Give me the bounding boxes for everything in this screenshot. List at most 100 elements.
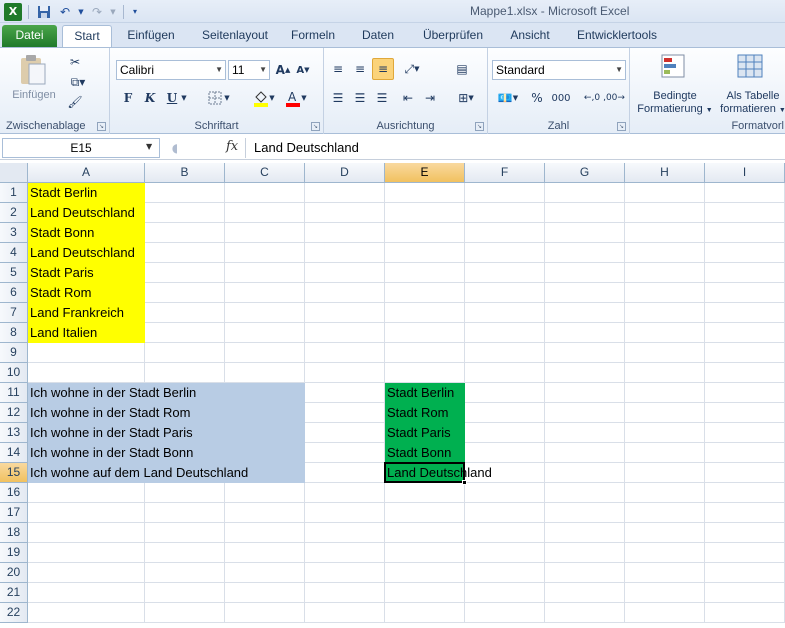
cell-e19[interactable]: [385, 543, 465, 563]
cell-d4[interactable]: [305, 243, 385, 263]
cell-b16[interactable]: [145, 483, 225, 503]
cell-h2[interactable]: [625, 203, 705, 223]
cell-i17[interactable]: [705, 503, 785, 523]
cell-i10[interactable]: [705, 363, 785, 383]
cell-d16[interactable]: [305, 483, 385, 503]
align-right-icon[interactable]: ☰: [372, 88, 392, 108]
cell-f3[interactable]: [465, 223, 545, 243]
cell-a21[interactable]: [28, 583, 145, 603]
cell-d11[interactable]: [305, 383, 385, 403]
cell-h18[interactable]: [625, 523, 705, 543]
align-top-icon[interactable]: ≡: [328, 58, 348, 80]
tab-formeln[interactable]: Formeln: [284, 25, 342, 47]
underline-button[interactable]: U: [164, 88, 180, 108]
cell-d5[interactable]: [305, 263, 385, 283]
row-header-2[interactable]: 2: [0, 203, 28, 223]
column-header-f[interactable]: F: [465, 163, 545, 183]
cell-a19[interactable]: [28, 543, 145, 563]
cell-f7[interactable]: [465, 303, 545, 323]
font-size-dropdown[interactable]: 11 ▼: [228, 60, 270, 80]
format-as-table-button[interactable]: Als Tabelle formatieren ▼: [718, 90, 785, 117]
cell-h9[interactable]: [625, 343, 705, 363]
cell-d15[interactable]: [305, 463, 385, 483]
cell-d1[interactable]: [305, 183, 385, 203]
cell-i9[interactable]: [705, 343, 785, 363]
cell-f12[interactable]: [465, 403, 545, 423]
row-header-7[interactable]: 7: [0, 303, 28, 323]
cell-e4[interactable]: [385, 243, 465, 263]
cell-f2[interactable]: [465, 203, 545, 223]
cell-f14[interactable]: [465, 443, 545, 463]
cell-i21[interactable]: [705, 583, 785, 603]
cell-e21[interactable]: [385, 583, 465, 603]
cell-e7[interactable]: [385, 303, 465, 323]
cell-e1[interactable]: [385, 183, 465, 203]
cell-b2[interactable]: [145, 203, 225, 223]
cell-g5[interactable]: [545, 263, 625, 283]
cell-h15[interactable]: [625, 463, 705, 483]
cell-c10[interactable]: [225, 363, 305, 383]
cell-g18[interactable]: [545, 523, 625, 543]
cell-i6[interactable]: [705, 283, 785, 303]
cell-h16[interactable]: [625, 483, 705, 503]
row-header-20[interactable]: 20: [0, 563, 28, 583]
cell-d17[interactable]: [305, 503, 385, 523]
cell-h17[interactable]: [625, 503, 705, 523]
column-header-e[interactable]: E: [385, 163, 465, 183]
cell-f13[interactable]: [465, 423, 545, 443]
cell-b1[interactable]: [145, 183, 225, 203]
align-bottom-icon[interactable]: ≡: [372, 58, 394, 80]
row-header-5[interactable]: 5: [0, 263, 28, 283]
cell-b5[interactable]: [145, 263, 225, 283]
cell-h10[interactable]: [625, 363, 705, 383]
cell-b4[interactable]: [145, 243, 225, 263]
cell-g17[interactable]: [545, 503, 625, 523]
paste-icon[interactable]: [16, 54, 50, 86]
row-header-9[interactable]: 9: [0, 343, 28, 363]
cell-f22[interactable]: [465, 603, 545, 623]
cell-h7[interactable]: [625, 303, 705, 323]
cell-h1[interactable]: [625, 183, 705, 203]
cell-f10[interactable]: [465, 363, 545, 383]
cell-a16[interactable]: [28, 483, 145, 503]
cell-c5[interactable]: [225, 263, 305, 283]
cell-d21[interactable]: [305, 583, 385, 603]
cell-i19[interactable]: [705, 543, 785, 563]
cell-e5[interactable]: [385, 263, 465, 283]
increase-indent-icon[interactable]: ⇥: [420, 88, 440, 108]
shrink-font-icon[interactable]: A ▼: [294, 60, 312, 80]
row-header-4[interactable]: 4: [0, 243, 28, 263]
cell-a10[interactable]: [28, 363, 145, 383]
cell-e3[interactable]: [385, 223, 465, 243]
cell-i1[interactable]: [705, 183, 785, 203]
cell-f19[interactable]: [465, 543, 545, 563]
cell-f18[interactable]: [465, 523, 545, 543]
cell-a9[interactable]: [28, 343, 145, 363]
cell-g4[interactable]: [545, 243, 625, 263]
cell-c14[interactable]: [225, 443, 305, 463]
cell-i22[interactable]: [705, 603, 785, 623]
cell-i15[interactable]: [705, 463, 785, 483]
cell-d2[interactable]: [305, 203, 385, 223]
row-header-15[interactable]: 15: [0, 463, 28, 483]
chevron-down-icon[interactable]: ▼: [146, 142, 152, 151]
cell-e10[interactable]: [385, 363, 465, 383]
cell-i20[interactable]: [705, 563, 785, 583]
tab-daten[interactable]: Daten: [353, 25, 403, 47]
cell-c4[interactable]: [225, 243, 305, 263]
conditional-formatting-icon[interactable]: [658, 52, 692, 82]
cell-c20[interactable]: [225, 563, 305, 583]
cell-d7[interactable]: [305, 303, 385, 323]
cell-a17[interactable]: [28, 503, 145, 523]
cell-d19[interactable]: [305, 543, 385, 563]
row-header-16[interactable]: 16: [0, 483, 28, 503]
wrap-text-icon[interactable]: ▤: [452, 58, 472, 80]
copy-icon[interactable]: ⧉▾: [66, 74, 90, 90]
row-header-1[interactable]: 1: [0, 183, 28, 203]
row-header-8[interactable]: 8: [0, 323, 28, 343]
format-as-table-icon[interactable]: [734, 52, 768, 82]
cell-b20[interactable]: [145, 563, 225, 583]
cell-e9[interactable]: [385, 343, 465, 363]
cell-i11[interactable]: [705, 383, 785, 403]
cell-c22[interactable]: [225, 603, 305, 623]
